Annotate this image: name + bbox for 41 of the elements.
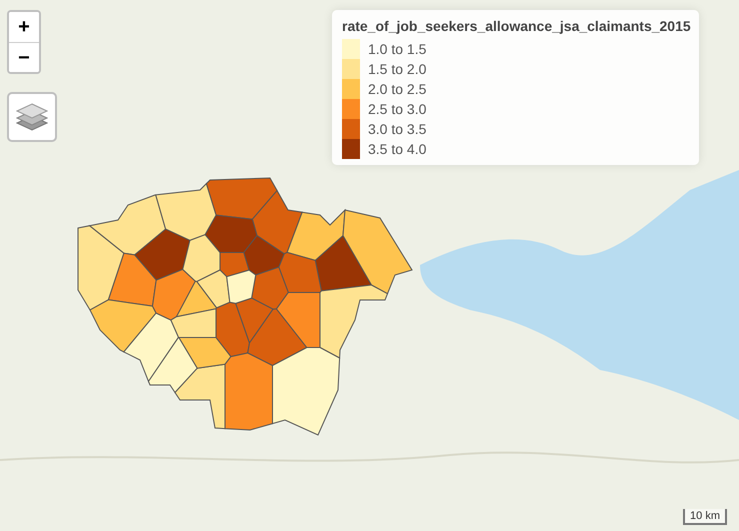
borough-region[interactable] <box>235 298 274 344</box>
borough-region[interactable] <box>88 194 166 256</box>
borough-region[interactable] <box>155 182 217 241</box>
legend-label: 2.5 to 3.0 <box>368 100 426 118</box>
borough-region[interactable] <box>224 352 273 430</box>
borough-region[interactable] <box>178 337 232 369</box>
borough-region[interactable] <box>204 214 258 253</box>
borough-region[interactable] <box>251 266 289 310</box>
legend-label: 1.0 to 1.5 <box>368 40 426 58</box>
borough-region[interactable] <box>123 312 180 382</box>
legend-label: 2.0 to 2.5 <box>368 80 426 98</box>
borough-region[interactable] <box>108 252 157 307</box>
layers-button[interactable] <box>7 92 57 142</box>
borough-region[interactable] <box>134 228 190 281</box>
borough-region[interactable] <box>314 234 372 292</box>
borough-region[interactable] <box>286 208 346 261</box>
legend-label: 3.0 to 3.5 <box>368 120 426 138</box>
borough-region[interactable] <box>174 364 226 430</box>
borough-region[interactable] <box>243 234 285 276</box>
borough-region[interactable] <box>320 284 388 359</box>
legend-label: 1.5 to 2.0 <box>368 60 426 78</box>
borough-region[interactable] <box>226 270 256 304</box>
borough-region[interactable] <box>272 347 340 436</box>
legend-title: rate_of_job_seekers_allowance_jsa_claimants_2015 <box>342 17 691 36</box>
borough-region[interactable] <box>78 225 124 311</box>
borough-region[interactable] <box>170 308 216 338</box>
borough-region[interactable] <box>252 190 303 254</box>
borough-region[interactable] <box>176 280 218 318</box>
borough-region[interactable] <box>206 178 278 220</box>
borough-region[interactable] <box>152 268 196 321</box>
borough-region[interactable] <box>216 302 250 358</box>
borough-region[interactable] <box>342 209 413 294</box>
layers-icon <box>16 102 48 132</box>
borough-region[interactable] <box>182 234 220 282</box>
borough-region[interactable] <box>89 299 157 353</box>
scale-bar: 10 km <box>683 509 727 525</box>
borough-region[interactable] <box>278 252 322 293</box>
borough-region[interactable] <box>148 336 198 394</box>
zoom-out-button[interactable]: − <box>9 42 39 72</box>
borough-region[interactable] <box>196 269 230 309</box>
legend-label: 3.5 to 4.0 <box>368 140 426 158</box>
